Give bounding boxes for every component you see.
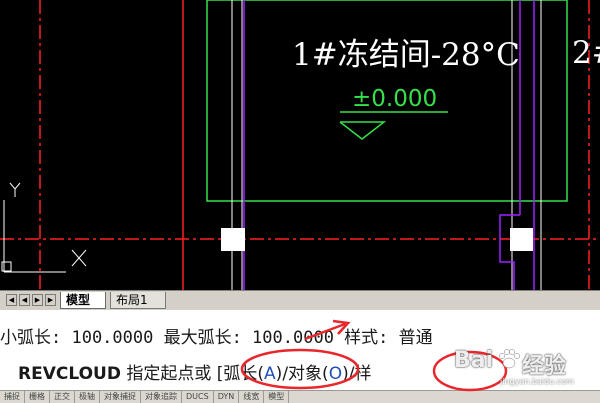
status-ortho[interactable]: 正交: [50, 391, 75, 403]
watermark-brand: Bai: [454, 348, 494, 373]
option-object-label: /对象(: [282, 364, 329, 384]
option-object[interactable]: /对象(O): [282, 364, 348, 384]
option-arc-key: A: [264, 364, 276, 384]
tab-first-arrow-icon[interactable]: ◀: [6, 294, 17, 306]
watermark-brand2: 经验: [522, 354, 567, 379]
tab-prev-arrow-icon[interactable]: ◀: [19, 294, 30, 306]
layout-tab-bar: ◀ ◀ ▶ ▶ 模型 布局1: [0, 290, 600, 310]
column-block-left: [221, 228, 245, 251]
option-arc-label: 弧长(: [223, 364, 265, 384]
room-label-right: 2#: [572, 35, 600, 71]
option-object-close: ): [342, 364, 349, 384]
status-lwt[interactable]: 线宽: [239, 391, 265, 403]
tab-model[interactable]: 模型: [60, 292, 106, 309]
option-object-key: O: [328, 364, 343, 384]
option-arc-length[interactable]: 弧长(A): [223, 364, 282, 384]
elevation-triangle: [339, 121, 387, 140]
paw-icon: [498, 348, 520, 370]
room-label: 1#冻结间-28°C: [292, 37, 520, 73]
status-model[interactable]: 模型: [264, 391, 290, 403]
column-block-right: [510, 228, 533, 251]
ucs-origin-box: [1, 261, 12, 272]
watermark-site: jingyan.baidu.com: [500, 377, 574, 386]
cad-window: 1#冻结间-28°C 2# ±0.000 ◀ ◀ ▶ ▶ 模型 布局1 小弧长:…: [0, 0, 600, 403]
command-prompt-line[interactable]: REVCLOUD 指定起点或 [弧长(A)/对象(O)/样: [18, 359, 371, 384]
ucs-y-label: [9, 182, 21, 190]
tab-last-arrow-icon[interactable]: ▶: [45, 294, 56, 306]
command-name: REVCLOUD: [18, 364, 121, 384]
status-snap[interactable]: 捕捉: [0, 391, 25, 403]
drawing-canvas[interactable]: 1#冻结间-28°C 2# ±0.000: [0, 0, 600, 290]
command-prompt-text: 指定起点或 [: [126, 364, 224, 384]
status-otrack[interactable]: 对象追踪: [141, 391, 182, 403]
status-dyn[interactable]: DYN: [214, 391, 240, 403]
tab-layout1[interactable]: 布局1: [110, 292, 166, 309]
option-style[interactable]: /样: [349, 364, 372, 384]
column-jog: [499, 214, 520, 290]
status-polar[interactable]: 极轴: [75, 391, 100, 403]
elevation-label: ±0.000: [352, 86, 438, 112]
status-grid[interactable]: 栅格: [25, 391, 50, 403]
command-history-line: 小弧长: 100.0000 最大弧长: 100.0000 样式: 普通: [0, 328, 433, 348]
tab-next-arrow-icon[interactable]: ▶: [32, 294, 43, 306]
baidu-watermark: Bai 经验 jingyan.baidu.com: [452, 336, 600, 392]
status-ducs[interactable]: DUCS: [182, 391, 214, 403]
status-osnap[interactable]: 对象捕捉: [100, 391, 141, 403]
